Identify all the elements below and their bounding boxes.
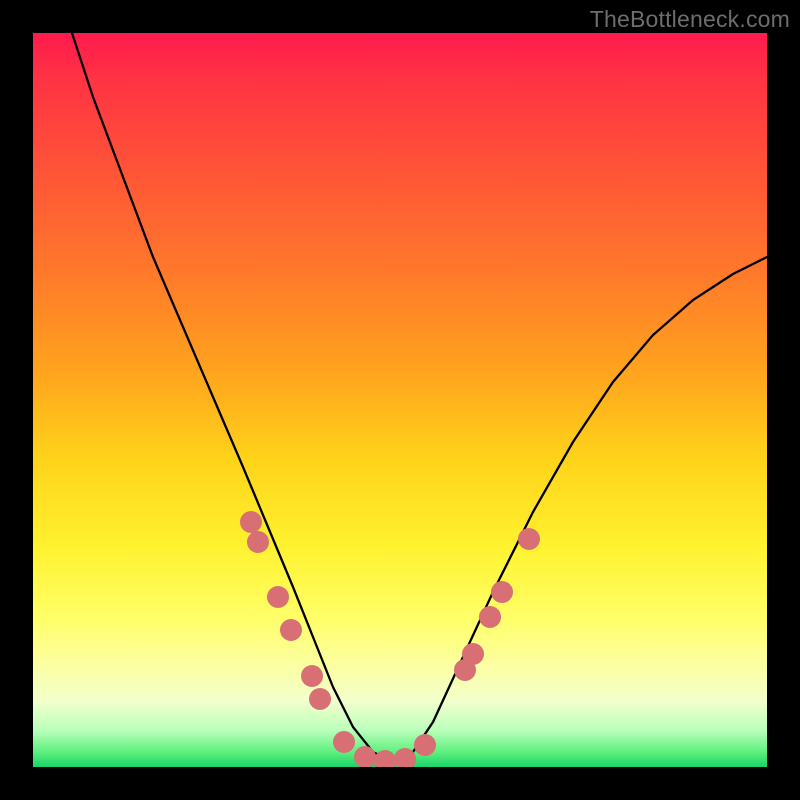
plot-area: [33, 33, 767, 767]
marker-dot: [414, 734, 436, 756]
marker-dot: [309, 688, 331, 710]
marker-dot: [374, 750, 396, 767]
marker-dot: [247, 531, 269, 553]
marker-dot: [333, 731, 355, 753]
marker-dot: [491, 581, 513, 603]
marker-dot: [354, 746, 376, 767]
marker-group: [240, 511, 540, 767]
bottleneck-curve: [72, 33, 767, 762]
marker-dot: [301, 665, 323, 687]
marker-dot: [518, 528, 540, 550]
marker-dot: [280, 619, 302, 641]
marker-dot: [479, 606, 501, 628]
marker-dot: [267, 586, 289, 608]
watermark-text: TheBottleneck.com: [590, 6, 790, 33]
marker-dot: [462, 643, 484, 665]
chart-frame: TheBottleneck.com: [0, 0, 800, 800]
chart-svg: [33, 33, 767, 767]
marker-dot: [240, 511, 262, 533]
